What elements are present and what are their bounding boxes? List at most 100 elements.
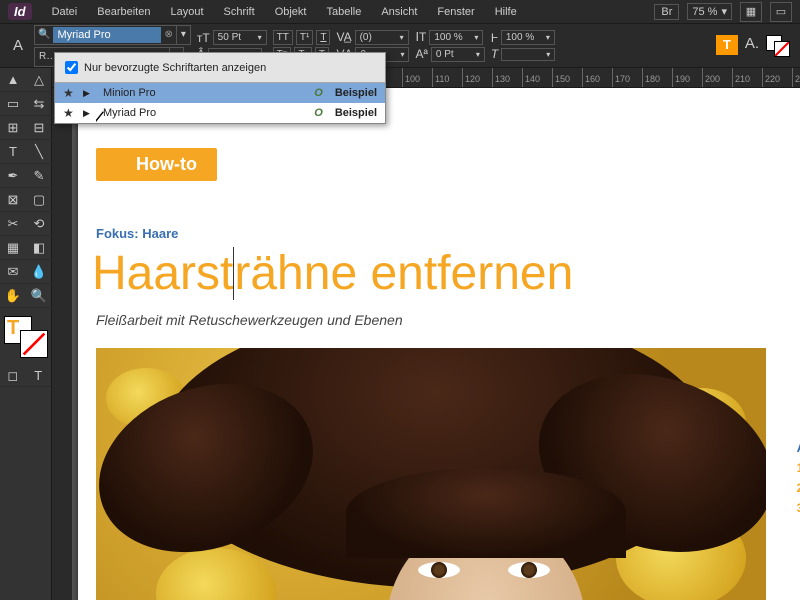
- gradient-swatch-tool[interactable]: ▦: [0, 236, 26, 260]
- direct-selection-tool[interactable]: △: [26, 68, 52, 92]
- ruler-tick: 160: [582, 68, 612, 88]
- rectangle-tool[interactable]: ▢: [26, 188, 52, 212]
- ruler-tick: 130: [492, 68, 522, 88]
- side-au: Au: [797, 440, 800, 455]
- favorites-only-row[interactable]: Nur bevorzugte Schriftarten anzeigen: [55, 53, 385, 82]
- superscript-button[interactable]: T¹: [296, 30, 313, 45]
- fokus-label: Fokus: Haare: [96, 226, 178, 241]
- howto-badge: How-to: [96, 148, 217, 181]
- page-tool[interactable]: ▭: [0, 92, 26, 116]
- font-item-myriad[interactable]: ★ ▶ Myriad Pro O Beispiel: [55, 103, 385, 123]
- font-list: ★ ▶ Minion Pro O Beispiel ★ ▶ Myriad Pro…: [55, 82, 385, 123]
- expand-icon[interactable]: ▶: [83, 108, 95, 119]
- menu-ansicht[interactable]: Ansicht: [371, 6, 427, 18]
- font-family-field[interactable]: 🔍 ⊗ ▾: [34, 25, 191, 45]
- pen-tool[interactable]: ✒: [0, 164, 26, 188]
- search-icon: 🔍: [35, 29, 53, 40]
- ruler-tick: 220: [762, 68, 792, 88]
- ruler-tick: 100: [402, 68, 432, 88]
- bridge-button[interactable]: Br: [654, 4, 679, 20]
- menu-bearbeiten[interactable]: Bearbeiten: [87, 6, 160, 18]
- menubar-right: Br 75 % ▾ ▦ ▭: [654, 2, 792, 22]
- side-column: Au 1. 2. 3.: [797, 440, 800, 515]
- side-num-1: 1.: [797, 461, 800, 475]
- fill-stroke-proxy[interactable]: T: [0, 314, 52, 362]
- star-icon[interactable]: ★: [63, 86, 75, 100]
- font-dropdown-arrow[interactable]: ▾: [176, 26, 190, 44]
- para-panel-icon[interactable]: A.: [742, 35, 762, 57]
- view-options-icon[interactable]: ▦: [740, 2, 762, 22]
- font-item-minion[interactable]: ★ ▶ Minion Pro O Beispiel: [55, 83, 385, 103]
- gap-tool[interactable]: ⇆: [26, 92, 52, 116]
- ruler-tick: 150: [552, 68, 582, 88]
- chevron-down-icon: ▾: [721, 5, 727, 18]
- char-fill-icon[interactable]: T: [716, 35, 738, 55]
- side-num-3: 3.: [797, 501, 800, 515]
- note-tool[interactable]: ✉: [0, 260, 26, 284]
- kerning-field[interactable]: (0): [355, 30, 409, 45]
- hand-tool[interactable]: ✋: [0, 284, 26, 308]
- skew-icon: T: [491, 47, 498, 61]
- content-placer-tool[interactable]: ⊟: [26, 116, 52, 140]
- baseline-field[interactable]: 0 Pt: [431, 47, 485, 62]
- favorites-only-label: Nur bevorzugte Schriftarten anzeigen: [84, 62, 266, 74]
- ruler-tick: 170: [612, 68, 642, 88]
- photo-frame: [96, 348, 766, 600]
- menu-datei[interactable]: Datei: [42, 6, 88, 18]
- menu-schrift[interactable]: Schrift: [214, 6, 265, 18]
- font-size-field[interactable]: 50 Pt: [213, 30, 267, 45]
- menu-hilfe[interactable]: Hilfe: [485, 6, 527, 18]
- side-num-2: 2.: [797, 481, 800, 495]
- gradient-feather-tool[interactable]: ◧: [26, 236, 52, 260]
- zoom-tool[interactable]: 🔍: [26, 284, 52, 308]
- rectangle-frame-tool[interactable]: ⊠: [0, 188, 26, 212]
- format-container-icon[interactable]: ◻: [0, 365, 26, 387]
- opentype-icon: O: [314, 107, 323, 119]
- menubar: Id Datei Bearbeiten Layout Schrift Objek…: [0, 0, 800, 24]
- hscale-field[interactable]: 100 %: [501, 30, 555, 45]
- clear-icon[interactable]: ⊗: [161, 29, 175, 40]
- font-sample: Beispiel: [335, 107, 377, 119]
- opentype-icon: O: [314, 87, 323, 99]
- font-name: Minion Pro: [103, 87, 306, 99]
- zoom-value: 75 %: [692, 6, 717, 18]
- menu-fenster[interactable]: Fenster: [427, 6, 484, 18]
- app-badge: Id: [8, 3, 32, 20]
- content-collector-tool[interactable]: ⊞: [0, 116, 26, 140]
- screen-mode-icon[interactable]: ▭: [770, 2, 792, 22]
- zoom-dropdown[interactable]: 75 % ▾: [687, 3, 732, 20]
- format-text-icon[interactable]: T: [26, 365, 52, 387]
- underline-button[interactable]: T: [316, 30, 330, 45]
- menu-tabelle[interactable]: Tabelle: [316, 6, 371, 18]
- type-tool[interactable]: T: [0, 140, 26, 164]
- char-panel-icon[interactable]: A: [8, 37, 28, 54]
- scissors-tool[interactable]: ✂: [0, 212, 26, 236]
- selection-tool[interactable]: ▲: [0, 68, 26, 92]
- headline-text[interactable]: Haarsträhne entfernen: [92, 246, 573, 301]
- line-tool[interactable]: ╲: [26, 140, 52, 164]
- font-family-input[interactable]: [53, 27, 161, 43]
- ruler-tick: 180: [642, 68, 672, 88]
- tools-panel: ▲ △ ▭ ⇆ ⊞ ⊟ T ╲ ✒ ✎ ⊠ ▢ ✂ ⟲ ▦ ◧ ✉ 💧 ✋ 🔍 …: [0, 68, 52, 600]
- subline-text: Fleißarbeit mit Retuschewerkzeugen und E…: [96, 312, 403, 328]
- page: How-to Fokus: Haare Haarsträhne entferne…: [78, 88, 800, 600]
- star-icon[interactable]: ★: [63, 106, 75, 120]
- baseline-icon: Aª: [415, 47, 427, 61]
- ruler-tick: 230: [792, 68, 800, 88]
- small-fill-stroke[interactable]: [766, 35, 792, 57]
- favorites-only-checkbox[interactable]: [65, 61, 78, 74]
- free-transform-tool[interactable]: ⟲: [26, 212, 52, 236]
- vscale-field[interactable]: 100 %: [429, 30, 483, 45]
- ruler-tick: 190: [672, 68, 702, 88]
- menu-objekt[interactable]: Objekt: [265, 6, 317, 18]
- font-name: Myriad Pro: [103, 107, 306, 119]
- expand-icon[interactable]: ▶: [83, 88, 95, 99]
- skew-field[interactable]: [501, 48, 555, 61]
- pencil-tool[interactable]: ✎: [26, 164, 52, 188]
- allcaps-button[interactable]: TT: [273, 30, 293, 45]
- ruler-tick: 200: [702, 68, 732, 88]
- eyedropper-tool[interactable]: 💧: [26, 260, 52, 284]
- ruler-tick: 210: [732, 68, 762, 88]
- menu-layout[interactable]: Layout: [160, 6, 213, 18]
- font-size-icon: тT: [197, 31, 210, 45]
